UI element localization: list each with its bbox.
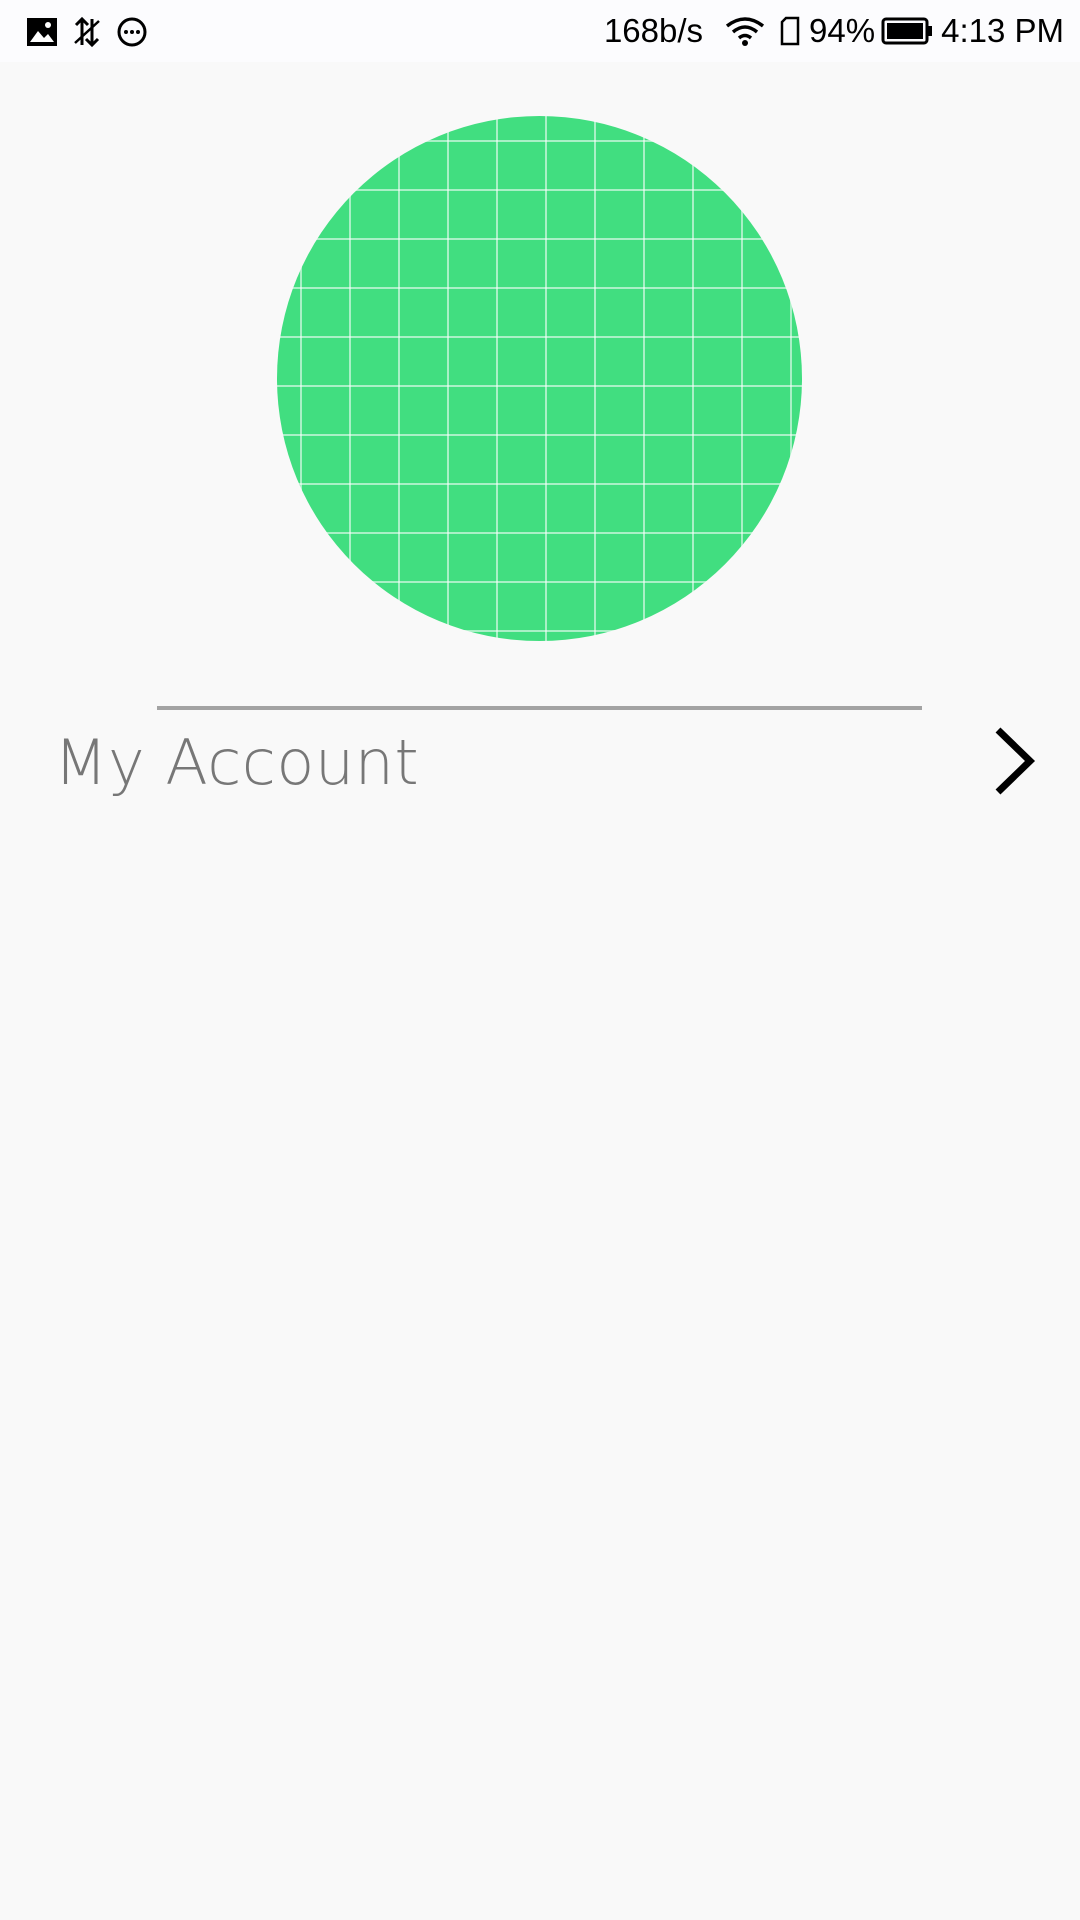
sim-card-icon [779,16,801,46]
data-sync-icon [72,15,102,49]
chat-bubble-icon [116,16,148,48]
avatar[interactable] [277,116,802,641]
status-left-icons [26,14,148,50]
status-right: 168b/s 94% 4:13 PM [604,10,1064,52]
image-icon [26,17,58,47]
battery-icon [881,16,933,46]
status-bar: 168b/s 94% 4:13 PM [0,0,1080,62]
chevron-right-icon[interactable] [990,726,1040,796]
clock: 4:13 PM [941,12,1064,49]
my-account-row[interactable]: My Account [0,712,1080,812]
divider [157,706,922,710]
wifi-icon [725,16,765,46]
network-speed: 168b/s [603,12,704,49]
battery-percent: 94% [809,12,876,49]
my-account-label: My Account [54,726,420,799]
